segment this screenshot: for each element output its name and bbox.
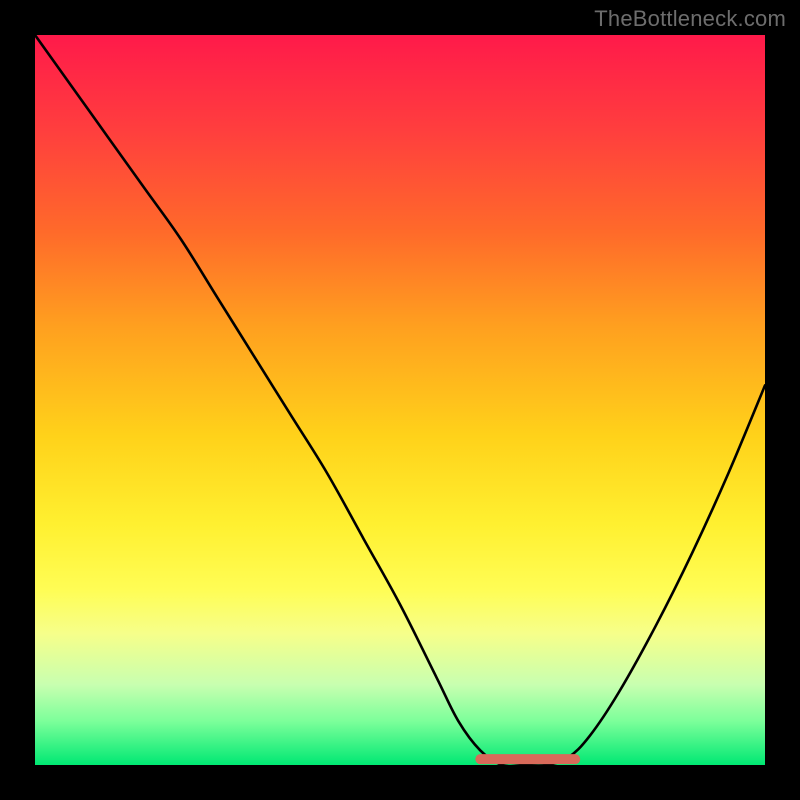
plot-area [35,35,765,765]
chart-frame: TheBottleneck.com [0,0,800,800]
bottleneck-curve [35,35,765,765]
chart-svg [35,35,765,765]
watermark-text: TheBottleneck.com [594,6,786,32]
